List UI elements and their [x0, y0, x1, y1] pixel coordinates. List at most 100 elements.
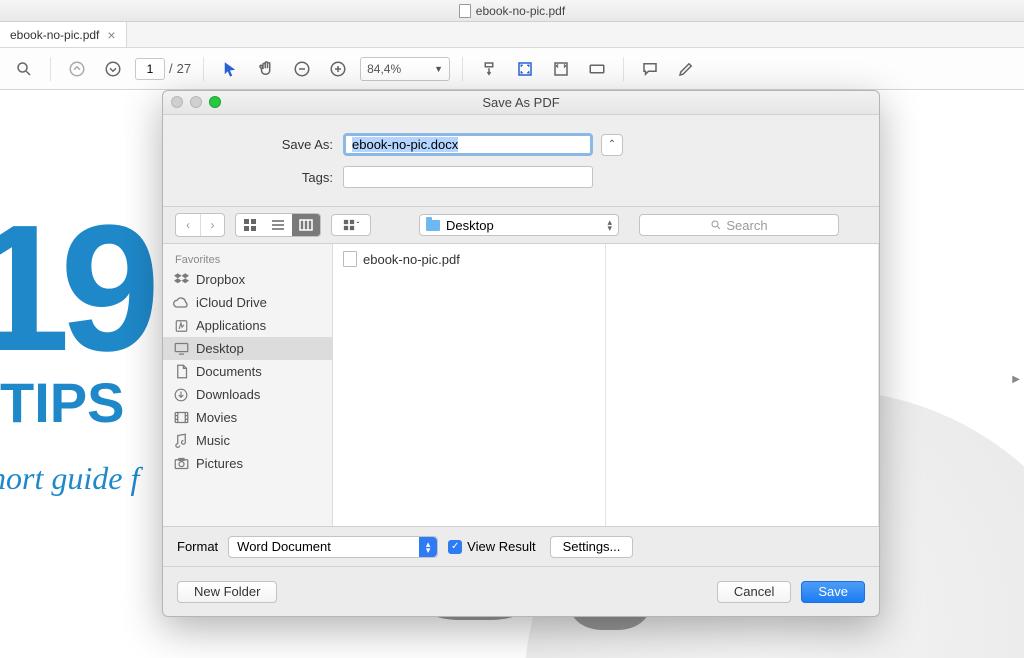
sidebar-item-music[interactable]: Music — [163, 429, 332, 452]
edit-icon[interactable] — [672, 55, 700, 83]
sidebar-item-desktop[interactable]: Desktop — [163, 337, 332, 360]
save-button[interactable]: Save — [801, 581, 865, 603]
chevron-down-icon: ▼ — [434, 64, 443, 74]
dialog-titlebar: Save As PDF — [163, 91, 879, 115]
separator — [623, 57, 624, 81]
close-window-icon[interactable] — [171, 96, 183, 108]
icon-view-button[interactable] — [236, 214, 264, 236]
folder-icon — [426, 220, 440, 231]
keyboard-icon[interactable] — [583, 55, 611, 83]
dialog-footer: New Folder Cancel Save — [163, 566, 879, 616]
dialog-title: Save As PDF — [482, 95, 559, 110]
browser-toolbar: ‹ › ˇ Desktop ▴▾ Search — [163, 206, 879, 244]
sidebar-item-downloads[interactable]: Downloads — [163, 383, 332, 406]
search-field[interactable]: Search — [639, 214, 839, 236]
sidebar-item-movies[interactable]: Movies — [163, 406, 332, 429]
sidebar-item-dropbox[interactable]: Dropbox — [163, 268, 332, 291]
zoom-value: 84,4% — [367, 62, 401, 76]
back-button[interactable]: ‹ — [176, 214, 200, 236]
column-view-button[interactable] — [292, 214, 320, 236]
file-browser: Favorites Dropbox iCloud Drive Applicati… — [163, 244, 879, 526]
file-column-2[interactable] — [606, 244, 879, 526]
zoom-in-icon[interactable] — [324, 55, 352, 83]
updown-icon: ▴▾ — [419, 537, 437, 557]
traffic-lights — [171, 96, 221, 108]
main-window-titlebar: ebook-no-pic.pdf — [0, 0, 1024, 22]
save-as-dialog: Save As PDF Save As: ⌃ Tags: ‹ › — [162, 90, 880, 617]
tab-close-icon[interactable]: × — [107, 27, 115, 43]
page-indicator: / 27 — [135, 58, 191, 80]
zoom-out-icon[interactable] — [288, 55, 316, 83]
separator — [50, 57, 51, 81]
pointer-tool-icon[interactable] — [216, 55, 244, 83]
list-view-button[interactable] — [264, 214, 292, 236]
checkmark-icon: ✓ — [448, 540, 462, 554]
zoom-select[interactable]: 84,4% ▼ — [360, 57, 450, 81]
updown-icon: ▴▾ — [607, 219, 612, 231]
file-icon — [343, 251, 357, 267]
page-down-icon[interactable] — [99, 55, 127, 83]
minimize-window-icon[interactable] — [190, 96, 202, 108]
document-tab[interactable]: ebook-no-pic.pdf × — [0, 22, 127, 47]
format-bar: Format Word Document ▴▾ ✓ View Result Se… — [163, 526, 879, 566]
comment-icon[interactable] — [636, 55, 664, 83]
view-result-checkbox[interactable]: ✓ View Result — [448, 539, 535, 554]
window-title: ebook-no-pic.pdf — [476, 4, 565, 18]
forward-button[interactable]: › — [200, 214, 224, 236]
save-as-input[interactable] — [343, 133, 593, 156]
cloud-icon — [173, 296, 189, 310]
desktop-icon — [173, 342, 189, 356]
search-placeholder: Search — [726, 218, 767, 233]
search-icon[interactable] — [10, 55, 38, 83]
actual-size-icon[interactable] — [547, 55, 575, 83]
downloads-icon — [173, 388, 189, 402]
doc-heading-word: TIPS — [0, 370, 124, 435]
page-up-icon[interactable] — [63, 55, 91, 83]
tab-label: ebook-no-pic.pdf — [10, 28, 99, 42]
view-result-label: View Result — [467, 539, 535, 554]
chevron-up-icon: ⌃ — [608, 139, 616, 150]
sidebar-header: Favorites — [163, 248, 332, 268]
file-item[interactable]: ebook-no-pic.pdf — [333, 248, 605, 270]
location-label: Desktop — [446, 218, 494, 233]
cancel-button[interactable]: Cancel — [717, 581, 791, 603]
music-icon — [173, 434, 189, 448]
fit-width-icon[interactable] — [475, 55, 503, 83]
collapse-dialog-button[interactable]: ⌃ — [601, 134, 623, 156]
file-name: ebook-no-pic.pdf — [363, 252, 460, 267]
view-mode-buttons — [235, 213, 321, 237]
separator — [203, 57, 204, 81]
page-total: 27 — [177, 61, 191, 76]
documents-icon — [173, 365, 189, 379]
sidebar-item-applications[interactable]: Applications — [163, 314, 332, 337]
format-value: Word Document — [237, 539, 331, 554]
arrange-button[interactable]: ˇ — [331, 214, 371, 236]
settings-button[interactable]: Settings... — [550, 536, 634, 558]
new-folder-button[interactable]: New Folder — [177, 581, 277, 603]
hand-tool-icon[interactable] — [252, 55, 280, 83]
tab-bar: ebook-no-pic.pdf × — [0, 22, 1024, 48]
sidebar-item-documents[interactable]: Documents — [163, 360, 332, 383]
zoom-window-icon[interactable] — [209, 96, 221, 108]
scroll-right-icon[interactable]: ▶ — [1012, 374, 1020, 385]
dropbox-icon — [173, 273, 189, 287]
file-column-1[interactable]: ebook-no-pic.pdf — [333, 244, 606, 526]
separator — [462, 57, 463, 81]
fit-page-icon[interactable] — [511, 55, 539, 83]
movies-icon — [173, 411, 189, 425]
sidebar: Favorites Dropbox iCloud Drive Applicati… — [163, 244, 333, 526]
page-number-input[interactable] — [135, 58, 165, 80]
location-select[interactable]: Desktop ▴▾ — [419, 214, 619, 236]
document-icon — [459, 4, 471, 18]
format-select[interactable]: Word Document ▴▾ — [228, 536, 438, 558]
chevron-down-icon: ˇ — [357, 221, 360, 230]
format-label: Format — [177, 539, 218, 554]
sidebar-item-pictures[interactable]: Pictures — [163, 452, 332, 475]
main-toolbar: / 27 84,4% ▼ — [0, 48, 1024, 90]
sidebar-item-icloud[interactable]: iCloud Drive — [163, 291, 332, 314]
tags-input[interactable] — [343, 166, 593, 188]
nav-buttons: ‹ › — [175, 213, 225, 237]
doc-subtitle: hort guide f — [0, 460, 139, 497]
applications-icon — [173, 319, 189, 333]
tags-label: Tags: — [183, 170, 343, 185]
